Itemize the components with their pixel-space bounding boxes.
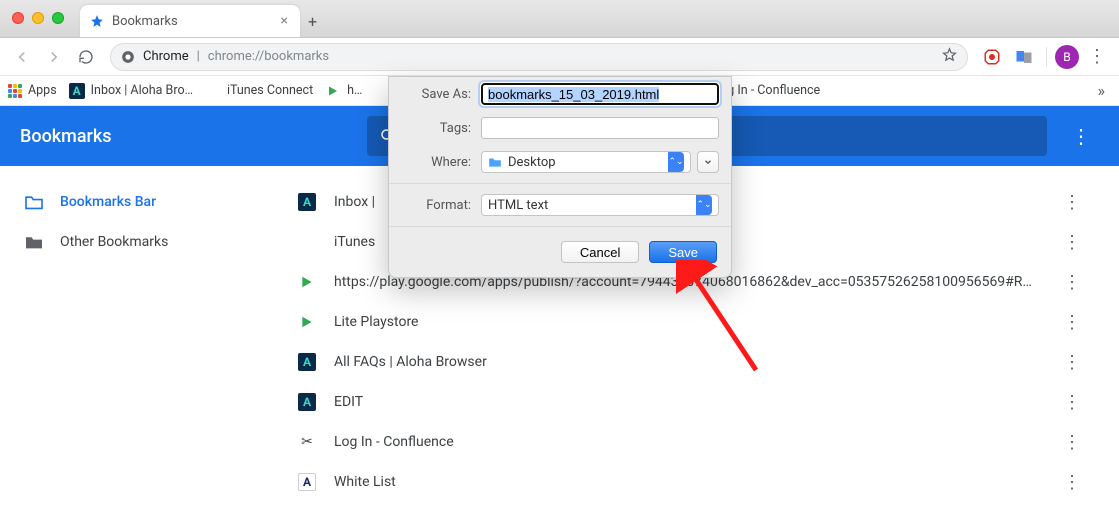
bookmark-row[interactable]: A EDIT ⋮ — [280, 382, 1095, 422]
where-popup-button[interactable]: Desktop ⌃⌄ — [481, 151, 691, 173]
folder-icon — [24, 194, 44, 210]
page-title: Bookmarks — [20, 126, 112, 147]
address-bar[interactable]: Chrome | chrome://bookmarks — [110, 43, 968, 71]
new-tab-button[interactable]: + — [308, 5, 317, 37]
address-url: chrome://bookmarks — [208, 49, 329, 64]
where-value: Desktop — [508, 155, 556, 170]
forward-button[interactable] — [40, 43, 68, 71]
aloha-icon: A — [298, 393, 316, 411]
minimize-window-button[interactable] — [32, 12, 44, 24]
play-icon — [298, 313, 316, 331]
avatar-initial: B — [1063, 50, 1070, 64]
bookmark-label: Lite Playstore — [334, 314, 1039, 330]
aloha-icon: A — [298, 353, 316, 371]
row-menu-button[interactable]: ⋮ — [1057, 392, 1087, 413]
apple-icon — [298, 233, 316, 251]
extension-translate-icon[interactable] — [1010, 43, 1038, 71]
folder-icon — [24, 234, 44, 250]
chevron-down-icon — [703, 157, 713, 167]
bookmark-row[interactable]: A All FAQs | Aloha Browser ⋮ — [280, 342, 1095, 382]
browser-menu-button[interactable]: ⋮ — [1083, 43, 1111, 71]
row-menu-button[interactable]: ⋮ — [1057, 272, 1087, 293]
close-window-button[interactable] — [12, 12, 24, 24]
format-popup-button[interactable]: HTML text ⌃⌄ — [481, 194, 719, 216]
aloha-icon: A — [69, 83, 85, 99]
apple-icon — [205, 83, 221, 99]
row-menu-button[interactable]: ⋮ — [1057, 192, 1087, 213]
bookmark-label: All FAQs | Aloha Browser — [334, 354, 1039, 370]
bookmarks-overflow-button[interactable]: » — [1092, 81, 1112, 100]
sidebar-item-label: Bookmarks Bar — [60, 194, 156, 210]
extension-adblock-icon[interactable] — [978, 43, 1006, 71]
sidebar-item-other-bookmarks[interactable]: Other Bookmarks — [0, 222, 280, 262]
chevron-updown-icon: ⌃⌄ — [668, 152, 684, 172]
bookmark-label: Log In - Confluence — [334, 434, 1039, 450]
bookmark-row[interactable]: A White List ⋮ — [280, 462, 1095, 502]
bookmark-bar-item[interactable]: iTunes Connect — [205, 83, 313, 99]
bookmark-label: EDIT — [334, 394, 1039, 410]
tags-input[interactable] — [481, 117, 719, 139]
back-button[interactable] — [8, 43, 36, 71]
bookmark-bar-item[interactable]: A Inbox | Aloha Bro… — [69, 83, 193, 99]
apps-shortcut[interactable]: Apps — [8, 83, 57, 98]
bookmark-page-icon[interactable] — [942, 47, 957, 66]
reload-button[interactable] — [72, 43, 100, 71]
aloha-icon: A — [298, 193, 316, 211]
bookmarks-menu-button[interactable]: ⋮ — [1063, 124, 1099, 148]
tags-label: Tags: — [401, 121, 471, 136]
save-file-dialog: Save As: Tags: Where: Desktop ⌃⌄ Format:… — [388, 76, 732, 278]
address-prefix: Chrome — [143, 49, 189, 64]
browser-tab[interactable]: Bookmarks × — [80, 5, 300, 37]
apps-grid-icon — [8, 84, 22, 98]
aloha-icon: A — [298, 473, 316, 491]
browser-toolbar: Chrome | chrome://bookmarks B ⋮ — [0, 38, 1119, 76]
expand-save-dialog-button[interactable] — [697, 151, 719, 173]
bookmark-row[interactable]: ✂ Log In - Confluence ⋮ — [280, 422, 1095, 462]
sidebar-item-label: Other Bookmarks — [60, 234, 168, 250]
where-label: Where: — [401, 155, 471, 170]
chevron-updown-icon: ⌃⌄ — [696, 195, 712, 215]
apps-label: Apps — [28, 83, 57, 98]
row-menu-button[interactable]: ⋮ — [1057, 352, 1087, 373]
window-controls — [12, 12, 64, 24]
save-as-label: Save As: — [401, 87, 471, 102]
zoom-window-button[interactable] — [52, 12, 64, 24]
row-menu-button[interactable]: ⋮ — [1057, 232, 1087, 253]
play-icon — [298, 273, 316, 291]
row-menu-button[interactable]: ⋮ — [1057, 472, 1087, 493]
dialog-separator — [389, 183, 731, 184]
tab-close-button[interactable]: × — [277, 13, 292, 29]
save-button[interactable]: Save — [649, 241, 717, 263]
bookmark-star-icon — [90, 14, 104, 28]
window-titlebar: Bookmarks × + — [0, 0, 1119, 38]
format-label: Format: — [401, 198, 471, 213]
scissors-icon: ✂ — [298, 433, 316, 451]
tab-title: Bookmarks — [112, 14, 277, 29]
bookmark-bar-item[interactable]: h… — [325, 83, 362, 99]
row-menu-button[interactable]: ⋮ — [1057, 312, 1087, 333]
bookmark-row[interactable]: Lite Playstore ⋮ — [280, 302, 1095, 342]
profile-avatar[interactable]: B — [1055, 45, 1079, 69]
chrome-icon — [121, 50, 135, 64]
sidebar-item-bookmarks-bar[interactable]: Bookmarks Bar — [0, 182, 280, 222]
cancel-button[interactable]: Cancel — [561, 241, 639, 263]
toolbar-divider — [1046, 47, 1047, 67]
format-value: HTML text — [488, 198, 548, 213]
row-menu-button[interactable]: ⋮ — [1057, 432, 1087, 453]
folder-icon — [488, 156, 502, 168]
bookmark-label: White List — [334, 474, 1039, 490]
save-as-input[interactable] — [481, 83, 719, 105]
bookmarks-sidebar: Bookmarks Bar Other Bookmarks — [0, 166, 280, 519]
play-icon — [325, 83, 341, 99]
dialog-separator — [389, 226, 731, 227]
